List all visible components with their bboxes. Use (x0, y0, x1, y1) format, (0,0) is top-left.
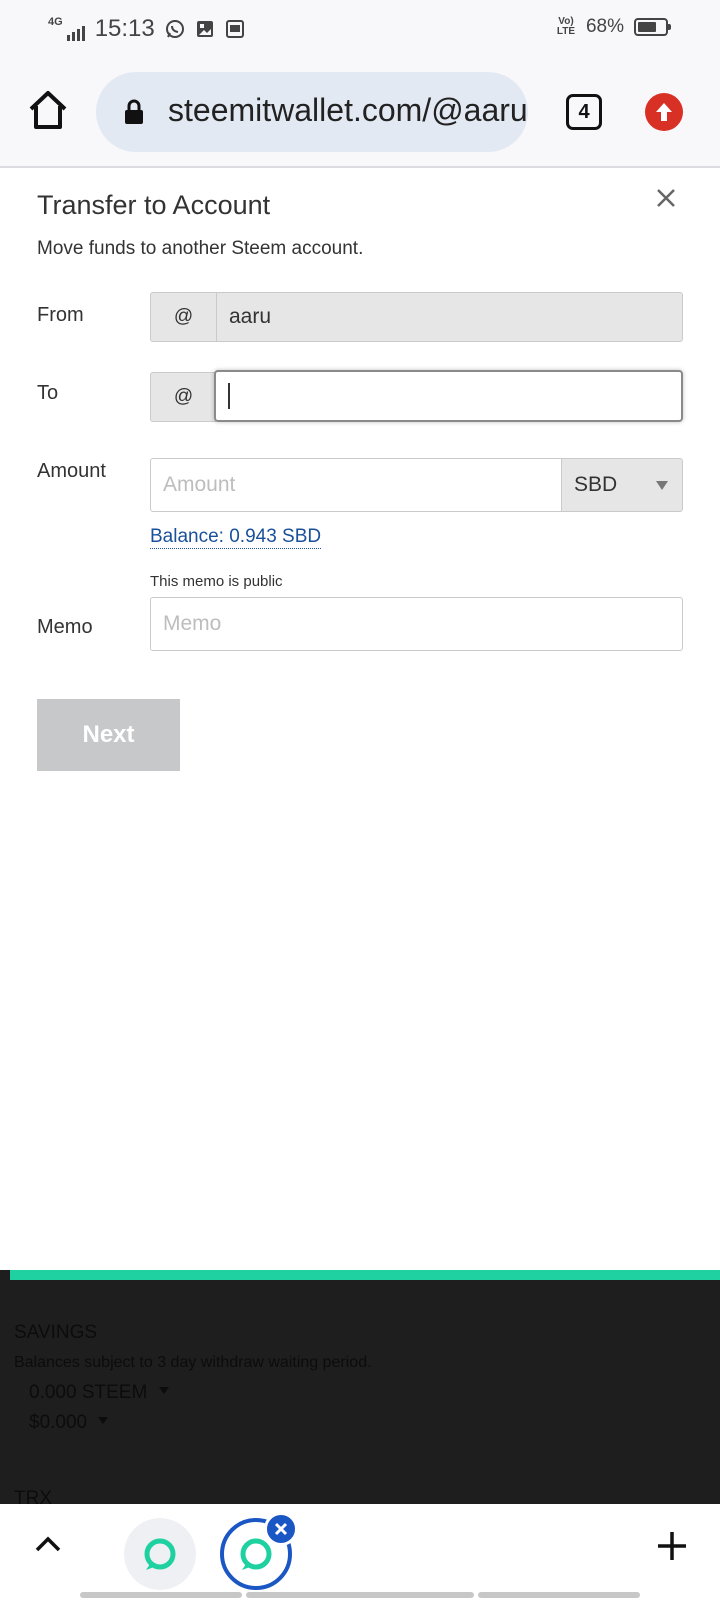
battery-icon (634, 18, 671, 36)
browser-toolbar: steemitwallet.com/@aaru 4 (0, 58, 720, 168)
home-button[interactable] (26, 88, 70, 132)
from-at-prefix: @ (150, 292, 216, 342)
update-button[interactable] (645, 93, 683, 131)
modal-title: Transfer to Account (37, 190, 271, 220)
url-bar[interactable]: steemitwallet.com/@aaru (96, 72, 528, 152)
amount-placeholder: Amount (163, 473, 236, 496)
caret-down-icon (158, 1387, 169, 1394)
close-tab-button[interactable] (264, 1512, 298, 1546)
close-icon (274, 1522, 288, 1536)
battery-percent: 68% (585, 16, 624, 37)
new-tab-button[interactable] (656, 1530, 688, 1562)
volte-indicator: Vo) LTE (556, 16, 576, 37)
close-icon (657, 189, 675, 207)
savings-usd: $0.000 (29, 1412, 109, 1434)
tab-group-indicator (478, 1592, 640, 1598)
amount-label: Amount (37, 460, 106, 482)
to-at-prefix: @ (150, 372, 216, 422)
status-right: Vo) LTE 68% (556, 16, 671, 38)
signal-icon: 4G (48, 17, 85, 41)
currency-select[interactable]: SBD (561, 458, 683, 512)
home-icon (29, 91, 67, 129)
screen: 4G 15:13 Vo) LTE 68% steemitwallet.com/@… (0, 0, 720, 1600)
balance-link[interactable]: Balance: 0.943 SBD (150, 526, 322, 549)
savings-heading: SAVINGS (14, 1322, 98, 1343)
modal-subtitle: Move funds to another Steem account. (37, 238, 364, 259)
caret-down-icon (98, 1417, 109, 1424)
from-label: From (37, 304, 84, 326)
amount-input[interactable]: Amount (150, 458, 562, 512)
memo-public-note: This memo is public (150, 573, 283, 590)
from-field: aaru (216, 292, 683, 342)
steemit-icon (144, 1538, 176, 1570)
background-wallet-page: SAVINGS Balances subject to 3 day withdr… (0, 1270, 720, 1509)
usd-value: $0.000 (29, 1412, 88, 1433)
network-type: 4G (48, 16, 63, 28)
tab-switcher-button[interactable]: 4 (566, 94, 602, 130)
mail-icon (225, 19, 245, 39)
to-label: To (37, 382, 59, 404)
savings-note: Balances subject to 3 day withdraw waiti… (14, 1354, 372, 1371)
gallery-icon (195, 19, 215, 39)
plus-icon (658, 1532, 686, 1560)
steem-value: 0.000 STEEM (29, 1382, 148, 1403)
lock-icon (124, 99, 144, 130)
tab-group-indicator (246, 1592, 474, 1598)
memo-input[interactable]: Memo (150, 597, 683, 651)
status-bar: 4G 15:13 Vo) LTE 68% (0, 0, 720, 58)
caret-down-icon (656, 481, 668, 490)
to-input[interactable] (214, 370, 683, 422)
close-button[interactable] (652, 184, 680, 212)
tab-group-indicator (80, 1592, 242, 1598)
memo-label: Memo (37, 616, 93, 638)
from-value: aaru (229, 305, 272, 328)
currency-value: SBD (574, 473, 618, 496)
memo-placeholder: Memo (163, 612, 222, 635)
tab-thumb-inactive[interactable] (124, 1518, 196, 1590)
expand-tabs-button[interactable] (34, 1534, 62, 1554)
savings-steem: 0.000 STEEM (29, 1382, 169, 1404)
transfer-modal: Transfer to Account Move funds to anothe… (0, 168, 720, 1270)
text-caret (228, 383, 230, 409)
arrow-up-icon (656, 103, 672, 121)
next-button[interactable]: Next (37, 699, 180, 771)
accent-strip (10, 1270, 720, 1280)
tab-count: 4 (578, 100, 590, 123)
bottom-tab-strip (0, 1504, 720, 1600)
status-left: 4G 15:13 (48, 14, 245, 44)
clock: 15:13 (94, 15, 155, 42)
whatsapp-icon (165, 19, 185, 39)
url-text: steemitwallet.com/@aaru (168, 92, 528, 128)
chevron-up-icon (35, 1536, 61, 1552)
